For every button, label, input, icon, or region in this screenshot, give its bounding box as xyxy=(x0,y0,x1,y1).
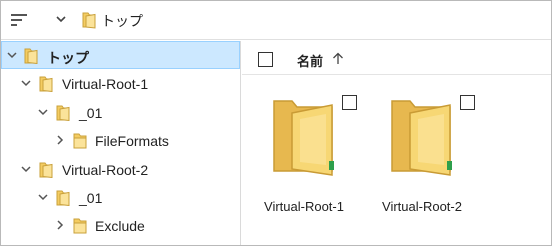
toolbar: トップ xyxy=(1,1,551,40)
tree-item-label: Virtual-Root-2 xyxy=(62,162,149,178)
folder-icon xyxy=(56,190,70,206)
folder-icon xyxy=(82,12,96,29)
folder-tile[interactable]: Virtual-Root-2 xyxy=(368,81,476,214)
tree-item-label: _01 xyxy=(79,190,103,206)
breadcrumb-current[interactable]: トップ xyxy=(101,11,143,31)
folder-icon xyxy=(24,48,38,64)
tree-item-virtual-root-2[interactable]: Virtual-Root-2 xyxy=(1,156,240,184)
file-explorer-window: トップ トップ Virtual-Root-1 _01 FileFormats V… xyxy=(0,0,552,246)
chevron-down-icon[interactable] xyxy=(37,106,49,118)
chevron-down-icon[interactable] xyxy=(20,163,32,175)
folder-icon xyxy=(73,133,87,149)
tree-item-label: トップ xyxy=(47,50,89,66)
content-pane: 名前 Virtual-Root-1 Virtual-Root-2 xyxy=(242,41,551,245)
tree-item-label: _01 xyxy=(79,105,103,121)
folder-icon xyxy=(273,100,334,176)
item-checkbox[interactable] xyxy=(460,95,475,110)
sort-lines-icon[interactable] xyxy=(11,13,27,27)
chevron-down-icon[interactable] xyxy=(54,12,68,26)
tree-item-label: FileFormats xyxy=(95,133,169,149)
folder-name: Virtual-Root-1 xyxy=(264,199,344,214)
tree-item-fileformats[interactable]: FileFormats xyxy=(1,127,240,155)
tree-item-exclude[interactable]: Exclude xyxy=(1,212,240,240)
folder-icon xyxy=(39,76,53,92)
folder-name: Virtual-Root-2 xyxy=(382,199,462,214)
tree-item-top[interactable]: トップ xyxy=(1,41,240,69)
chevron-right-icon[interactable] xyxy=(54,134,66,146)
select-all-checkbox[interactable] xyxy=(258,52,273,67)
item-checkbox[interactable] xyxy=(342,95,357,110)
chevron-down-icon[interactable] xyxy=(37,191,49,203)
tree-item-label: Virtual-Root-1 xyxy=(62,76,149,92)
chevron-right-icon[interactable] xyxy=(54,219,66,231)
chevron-down-icon[interactable] xyxy=(20,77,32,89)
folder-icon xyxy=(56,105,70,121)
folder-icon xyxy=(39,162,53,178)
arrow-up-icon[interactable] xyxy=(332,52,344,65)
tree-item-01[interactable]: _01 xyxy=(1,184,240,212)
name-column-header[interactable]: 名前 xyxy=(297,51,323,70)
tree-item-label: Exclude xyxy=(95,218,145,234)
column-header: 名前 xyxy=(242,41,551,75)
folder-icon xyxy=(73,218,87,234)
tree-item-virtual-root-1[interactable]: Virtual-Root-1 xyxy=(1,70,240,98)
tree-item-01[interactable]: _01 xyxy=(1,99,240,127)
folder-tree: トップ Virtual-Root-1 _01 FileFormats Virtu… xyxy=(1,41,241,245)
folder-icon xyxy=(391,100,452,176)
chevron-down-icon[interactable] xyxy=(6,49,18,61)
folder-tile[interactable]: Virtual-Root-1 xyxy=(250,81,358,214)
